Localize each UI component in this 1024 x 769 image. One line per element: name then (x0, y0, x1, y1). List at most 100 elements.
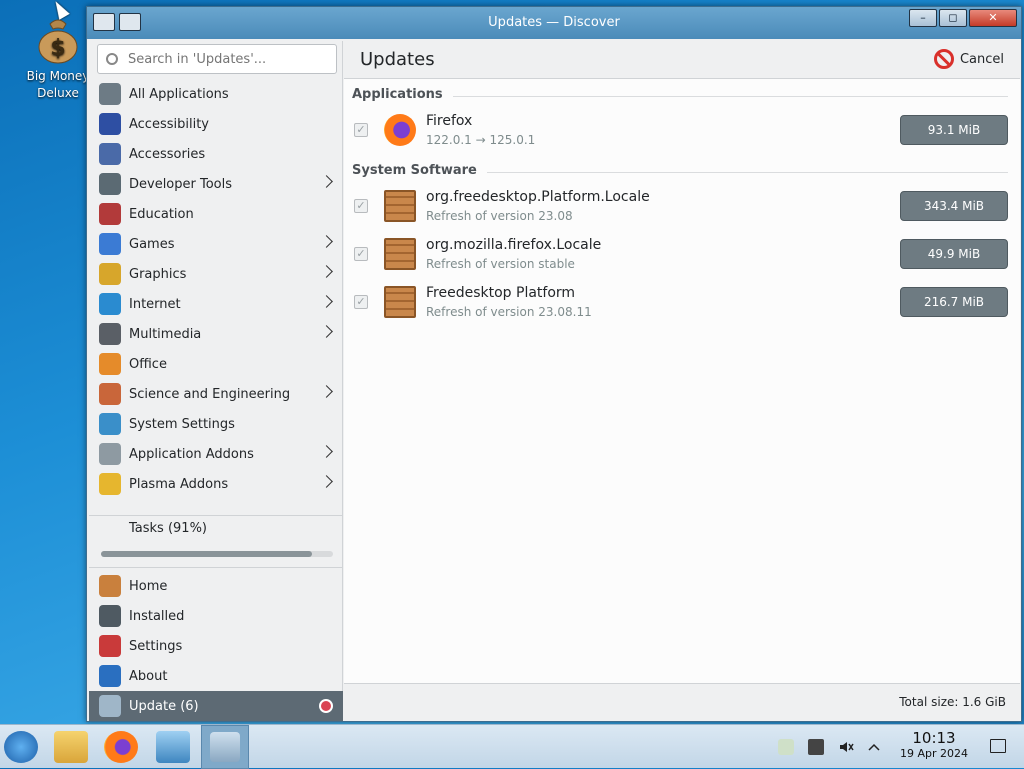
about-icon (99, 665, 121, 687)
window-title: Updates — Discover (488, 15, 620, 30)
chevron-right-icon (320, 385, 333, 398)
nav-item-home[interactable]: Home (89, 571, 343, 601)
nav-item-label: Home (129, 578, 168, 594)
discover-taskbar-icon (210, 732, 240, 762)
installed-icon (99, 605, 121, 627)
notes-tray-icon[interactable] (808, 739, 824, 755)
update-checkbox[interactable]: ✓ (354, 199, 368, 213)
page-title: Updates (360, 49, 435, 70)
file-manager-icon[interactable] (54, 731, 88, 763)
cancel-icon (933, 49, 954, 69)
update-version: Refresh of version 23.08 (426, 209, 573, 223)
system-settings-taskbar-icon[interactable] (156, 731, 190, 763)
office-icon (99, 353, 121, 375)
clock-date: 19 Apr 2024 (899, 747, 968, 760)
sidebar-item-education[interactable]: Education (89, 199, 343, 229)
internet-icon (99, 293, 121, 315)
close-button[interactable]: ✕ (969, 9, 1017, 27)
money-bag-icon: $ (36, 14, 80, 64)
section-header: System Software (344, 155, 1020, 183)
update-checkbox[interactable]: ✓ (354, 123, 368, 137)
package-icon (384, 286, 416, 318)
window-titlebar[interactable]: Updates — Discover – ◻ ✕ (87, 7, 1021, 39)
sidebar-item-all-applications[interactable]: All Applications (89, 79, 343, 109)
maximize-button[interactable]: ◻ (939, 9, 967, 27)
application-addons-icon (99, 443, 121, 465)
chevron-up-icon[interactable] (866, 739, 882, 755)
cancel-button[interactable]: Cancel (933, 49, 1004, 69)
nav-item-label: About (129, 668, 168, 684)
chevron-right-icon (320, 175, 333, 188)
main-panel: Updates Cancel Applications ✓ Firefox 122.0… (344, 41, 1020, 719)
sidebar-item-developer-tools[interactable]: Developer Tools (89, 169, 343, 199)
section-header: Applications (344, 79, 1020, 107)
update-row[interactable]: ✓ Freedesktop Platform Refresh of version … (344, 279, 1020, 327)
sidebar-item-accessibility[interactable]: Accessibility (89, 109, 343, 139)
update-row[interactable]: ✓ Firefox 122.0.1 → 125.0.1 93.1 MiB (344, 107, 1020, 155)
sidebar-item-plasma-addons[interactable]: Plasma Addons (89, 469, 343, 499)
sidebar-item-accessories[interactable]: Accessories (89, 139, 343, 169)
nav-item-update-6[interactable]: Update (6) (89, 691, 343, 721)
nav-item-settings[interactable]: Settings (89, 631, 343, 661)
search-input[interactable] (126, 50, 326, 68)
update-alert-badge (319, 699, 333, 713)
show-desktop-icon[interactable] (990, 739, 1006, 753)
sidebar-item-label: Games (129, 236, 175, 252)
volume-muted-icon[interactable] (838, 739, 854, 755)
updates-list: Applications ✓ Firefox 122.0.1 → 125.0.1 93.… (344, 79, 1020, 327)
update-name: Firefox (426, 113, 473, 129)
sidebar-item-office[interactable]: Office (89, 349, 343, 379)
science-icon (99, 383, 121, 405)
update-checkbox[interactable]: ✓ (354, 295, 368, 309)
update-checkbox[interactable]: ✓ (354, 247, 368, 261)
nav-item-installed[interactable]: Installed (89, 601, 343, 631)
cancel-label: Cancel (959, 51, 1004, 67)
sidebar-item-application-addons[interactable]: Application Addons (89, 439, 343, 469)
divider (89, 515, 342, 516)
tasks-label[interactable]: Tasks (91%) (129, 521, 207, 536)
category-list: All Applications Accessibility Accessories… (89, 79, 343, 499)
sidebar-item-graphics[interactable]: Graphics (89, 259, 343, 289)
minimize-button[interactable]: – (909, 9, 937, 27)
discover-taskbar-button[interactable] (201, 725, 249, 769)
start-menu-icon[interactable] (4, 731, 38, 763)
chevron-right-icon (320, 235, 333, 248)
taskbar: 10:13 19 Apr 2024 (0, 724, 1024, 769)
update-version: 122.0.1 → 125.0.1 (426, 133, 536, 147)
developer-tools-icon (99, 173, 121, 195)
section-label: Applications (352, 87, 453, 102)
sidebar: All Applications Accessibility Accessories… (89, 41, 343, 721)
accessories-icon (99, 143, 121, 165)
clipboard-tray-icon[interactable] (778, 739, 794, 755)
firefox-taskbar-icon[interactable] (104, 731, 138, 763)
update-version: Refresh of version stable (426, 257, 575, 271)
update-size: 343.4 MiB (900, 191, 1008, 221)
multimedia-icon (99, 323, 121, 345)
chevron-right-icon (320, 325, 333, 338)
discover-window: Updates — Discover – ◻ ✕ All Application… (86, 6, 1022, 722)
update-row[interactable]: ✓ org.mozilla.firefox.Locale Refresh of ve… (344, 231, 1020, 279)
sidebar-item-label: Multimedia (129, 326, 202, 342)
sidebar-item-label: All Applications (129, 86, 229, 102)
nav-item-about[interactable]: About (89, 661, 343, 691)
update-row[interactable]: ✓ org.freedesktop.Platform.Locale Refresh … (344, 183, 1020, 231)
clock[interactable]: 10:13 19 Apr 2024 (900, 731, 968, 761)
chevron-right-icon (320, 295, 333, 308)
search-field[interactable] (97, 44, 337, 74)
nav-item-label: Update (6) (129, 698, 199, 714)
sidebar-item-games[interactable]: Games (89, 229, 343, 259)
sidebar-item-internet[interactable]: Internet (89, 289, 343, 319)
total-size: Total size: 1.6 GiB (899, 695, 1006, 709)
sidebar-item-label: Developer Tools (129, 176, 233, 192)
sidebar-item-multimedia[interactable]: Multimedia (89, 319, 343, 349)
settings-icon (99, 635, 121, 657)
update-size: 49.9 MiB (900, 239, 1008, 269)
sidebar-item-science-and-engineering[interactable]: Science and Engineering (89, 379, 343, 409)
sidebar-item-label: Application Addons (129, 446, 254, 462)
update-version: Refresh of version 23.08.11 (426, 305, 592, 319)
plasma-addons-icon (99, 473, 121, 495)
section-label: System Software (352, 163, 487, 178)
sidebar-item-system-settings[interactable]: System Settings (89, 409, 343, 439)
chevron-right-icon (320, 475, 333, 488)
update-size: 93.1 MiB (900, 115, 1008, 145)
